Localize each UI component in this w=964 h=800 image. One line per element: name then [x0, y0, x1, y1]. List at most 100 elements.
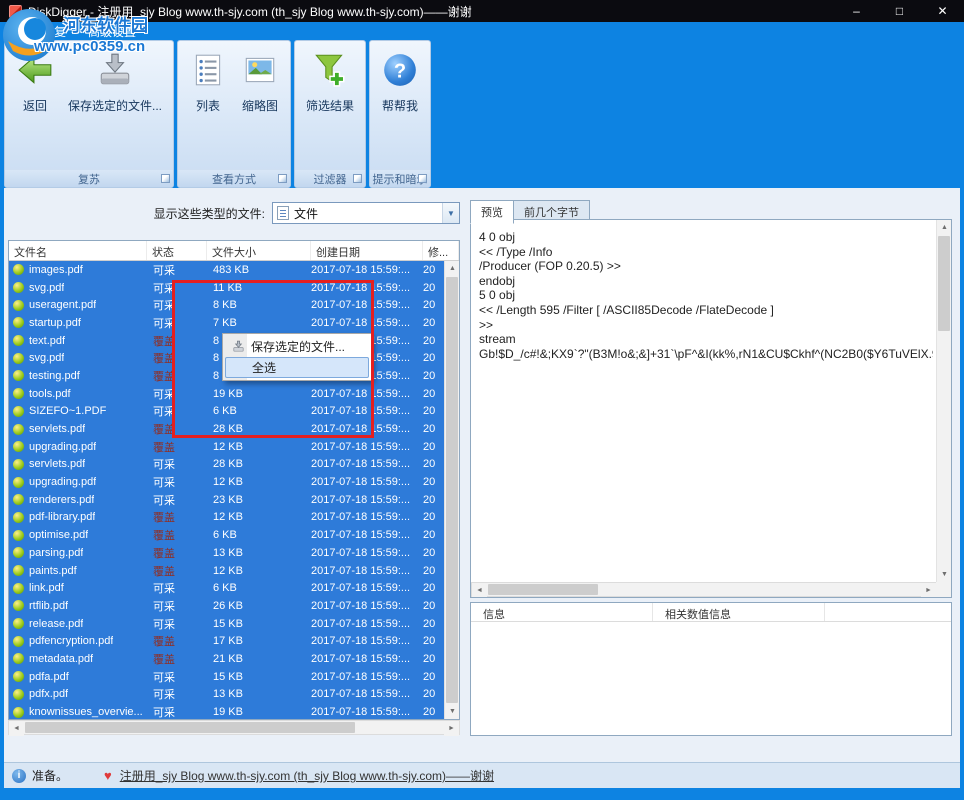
table-row[interactable]: parsing.pdf 覆盖 13 KB 2017-07-18 15:59:..…: [9, 544, 444, 562]
table-row[interactable]: upgrading.pdf 覆盖 12 KB 2017-07-18 15:59:…: [9, 438, 444, 456]
table-row[interactable]: tools.pdf 可采 19 KB 2017-07-18 15:59:... …: [9, 385, 444, 403]
table-row[interactable]: svg.pdf 可采 11 KB 2017-07-18 15:59:... 20: [9, 279, 444, 297]
column-header-created[interactable]: 创建日期: [311, 241, 423, 260]
file-name-cell: upgrading.pdf: [9, 476, 147, 488]
scroll-left-icon[interactable]: ◄: [9, 721, 24, 736]
file-modified-cell: 20: [423, 352, 444, 364]
file-status-orb-icon: [13, 264, 24, 275]
file-size-cell: 12 KB: [207, 511, 311, 523]
file-status-orb-icon: [13, 600, 24, 611]
file-modified-cell: 20: [423, 653, 444, 665]
scrollbar-thumb[interactable]: [25, 722, 355, 733]
column-header-filename[interactable]: 文件名: [9, 241, 147, 260]
save-icon: [228, 340, 248, 353]
save-selected-files-button[interactable]: 保存选定的文件...: [61, 47, 169, 118]
help-question-icon: ?: [381, 51, 419, 89]
file-name-cell: upgrading.pdf: [9, 441, 147, 453]
table-row[interactable]: optimise.pdf 覆盖 6 KB 2017-07-18 15:59:..…: [9, 526, 444, 544]
file-table-vertical-scrollbar[interactable]: ▲ ▼: [444, 261, 459, 719]
group-label-recovery: 复苏: [5, 169, 173, 187]
file-status-cell: 可采: [147, 403, 207, 419]
close-button[interactable]: ✕: [921, 0, 964, 22]
file-created-cell: 2017-07-18 15:59:...: [311, 653, 423, 665]
column-header-size[interactable]: 文件大小: [207, 241, 311, 260]
dialog-launcher-icon[interactable]: [353, 174, 362, 183]
context-menu-item-save-selected[interactable]: 保存选定的文件...: [225, 336, 369, 357]
scroll-right-icon[interactable]: ►: [921, 583, 936, 598]
table-row[interactable]: pdfx.pdf 可采 13 KB 2017-07-18 15:59:... 2…: [9, 686, 444, 704]
file-modified-cell: 20: [423, 388, 444, 400]
table-row[interactable]: metadata.pdf 覆盖 21 KB 2017-07-18 15:59:.…: [9, 650, 444, 668]
file-status-orb-icon: [13, 370, 24, 381]
column-header-modified[interactable]: 修...: [423, 241, 459, 260]
registration-link[interactable]: 注册用_sjy Blog www.th-sjy.com (th_sjy Blog…: [120, 767, 494, 784]
column-header-status[interactable]: 状态: [147, 241, 207, 260]
scroll-left-icon[interactable]: ◄: [472, 583, 487, 598]
file-status-orb-icon: [13, 300, 24, 311]
file-status-orb-icon: [13, 530, 24, 541]
file-table-horizontal-scrollbar[interactable]: ◄ ►: [8, 720, 460, 735]
column-header-info[interactable]: 信息: [471, 603, 653, 621]
filter-results-button[interactable]: 筛选结果: [299, 47, 361, 118]
table-row[interactable]: knownissues_overvie... 可采 19 KB 2017-07-…: [9, 703, 444, 719]
table-row[interactable]: servlets.pdf 可采 28 KB 2017-07-18 15:59:.…: [9, 456, 444, 474]
back-button[interactable]: 返回: [9, 47, 61, 118]
table-row[interactable]: paints.pdf 覆盖 12 KB 2017-07-18 15:59:...…: [9, 562, 444, 580]
tab-advanced-settings[interactable]: 高级设置: [88, 23, 136, 40]
table-row[interactable]: pdfencryption.pdf 覆盖 17 KB 2017-07-18 15…: [9, 632, 444, 650]
file-size-cell: 8 KB: [207, 299, 311, 311]
context-menu-item-select-all[interactable]: 全选: [225, 357, 369, 378]
file-status-orb-icon: [13, 459, 24, 470]
file-status-orb-icon: [13, 406, 24, 417]
table-row[interactable]: link.pdf 可采 6 KB 2017-07-18 15:59:... 20: [9, 579, 444, 597]
file-type-dropdown[interactable]: 文件 ▼: [272, 202, 460, 224]
file-modified-cell: 20: [423, 405, 444, 417]
thumbnail-view-button[interactable]: 缩略图: [234, 47, 286, 118]
table-row[interactable]: startup.pdf 可采 7 KB 2017-07-18 15:59:...…: [9, 314, 444, 332]
table-row[interactable]: renderers.pdf 可采 23 KB 2017-07-18 15:59:…: [9, 491, 444, 509]
file-created-cell: 2017-07-18 15:59:...: [311, 529, 423, 541]
preview-vertical-scrollbar[interactable]: ▲ ▼: [936, 220, 951, 582]
scrollbar-thumb[interactable]: [446, 277, 458, 703]
table-row[interactable]: useragent.pdf 可采 8 KB 2017-07-18 15:59:.…: [9, 296, 444, 314]
scrollbar-thumb[interactable]: [488, 584, 598, 595]
file-status-cell: 覆盖: [147, 439, 207, 455]
dialog-launcher-icon[interactable]: [418, 174, 427, 183]
table-row[interactable]: pdfa.pdf 可采 15 KB 2017-07-18 15:59:... 2…: [9, 668, 444, 686]
table-row[interactable]: servlets.pdf 覆盖 28 KB 2017-07-18 15:59:.…: [9, 420, 444, 438]
file-status-orb-icon: [13, 282, 24, 293]
table-row[interactable]: rtflib.pdf 可采 26 KB 2017-07-18 15:59:...…: [9, 597, 444, 615]
file-status-cell: 可采: [147, 686, 207, 702]
table-row[interactable]: release.pdf 可采 15 KB 2017-07-18 15:59:..…: [9, 615, 444, 633]
dialog-launcher-icon[interactable]: [161, 174, 170, 183]
file-name-cell: paints.pdf: [9, 565, 147, 577]
file-name-cell: knownissues_overvie...: [9, 706, 147, 718]
filter-plus-icon: [311, 51, 349, 89]
file-status-cell: 可采: [147, 262, 207, 278]
save-selected-files-label: 保存选定的文件...: [68, 97, 162, 114]
tab-preview[interactable]: 预览: [470, 200, 514, 224]
file-status-cell: 可采: [147, 492, 207, 508]
table-row[interactable]: SIZEFO~1.PDF 可采 6 KB 2017-07-18 15:59:..…: [9, 403, 444, 421]
column-header-related-values[interactable]: 相关数值信息: [653, 603, 825, 621]
scroll-down-icon[interactable]: ▼: [445, 704, 460, 719]
minimize-button[interactable]: –: [835, 0, 878, 22]
table-row[interactable]: pdf-library.pdf 覆盖 12 KB 2017-07-18 15:5…: [9, 509, 444, 527]
preview-horizontal-scrollbar[interactable]: ◄ ►: [471, 582, 937, 597]
scroll-down-icon[interactable]: ▼: [937, 567, 952, 582]
table-row[interactable]: images.pdf 可采 483 KB 2017-07-18 15:59:..…: [9, 261, 444, 279]
file-status-orb-icon: [13, 424, 24, 435]
dialog-launcher-icon[interactable]: [278, 174, 287, 183]
list-view-label: 列表: [196, 97, 220, 114]
table-row[interactable]: upgrading.pdf 可采 12 KB 2017-07-18 15:59:…: [9, 473, 444, 491]
app-icon: [9, 5, 22, 18]
scroll-right-icon[interactable]: ►: [444, 721, 459, 736]
scroll-up-icon[interactable]: ▲: [445, 261, 460, 276]
file-status-orb-icon: [13, 353, 24, 364]
list-view-button[interactable]: 列表: [182, 47, 234, 118]
maximize-button[interactable]: □: [878, 0, 921, 22]
scrollbar-thumb[interactable]: [938, 236, 950, 331]
help-me-button[interactable]: ? 帮帮我: [374, 47, 426, 118]
tab-file-recovery[interactable]: 件恢复: [30, 23, 66, 40]
scroll-up-icon[interactable]: ▲: [937, 220, 952, 235]
